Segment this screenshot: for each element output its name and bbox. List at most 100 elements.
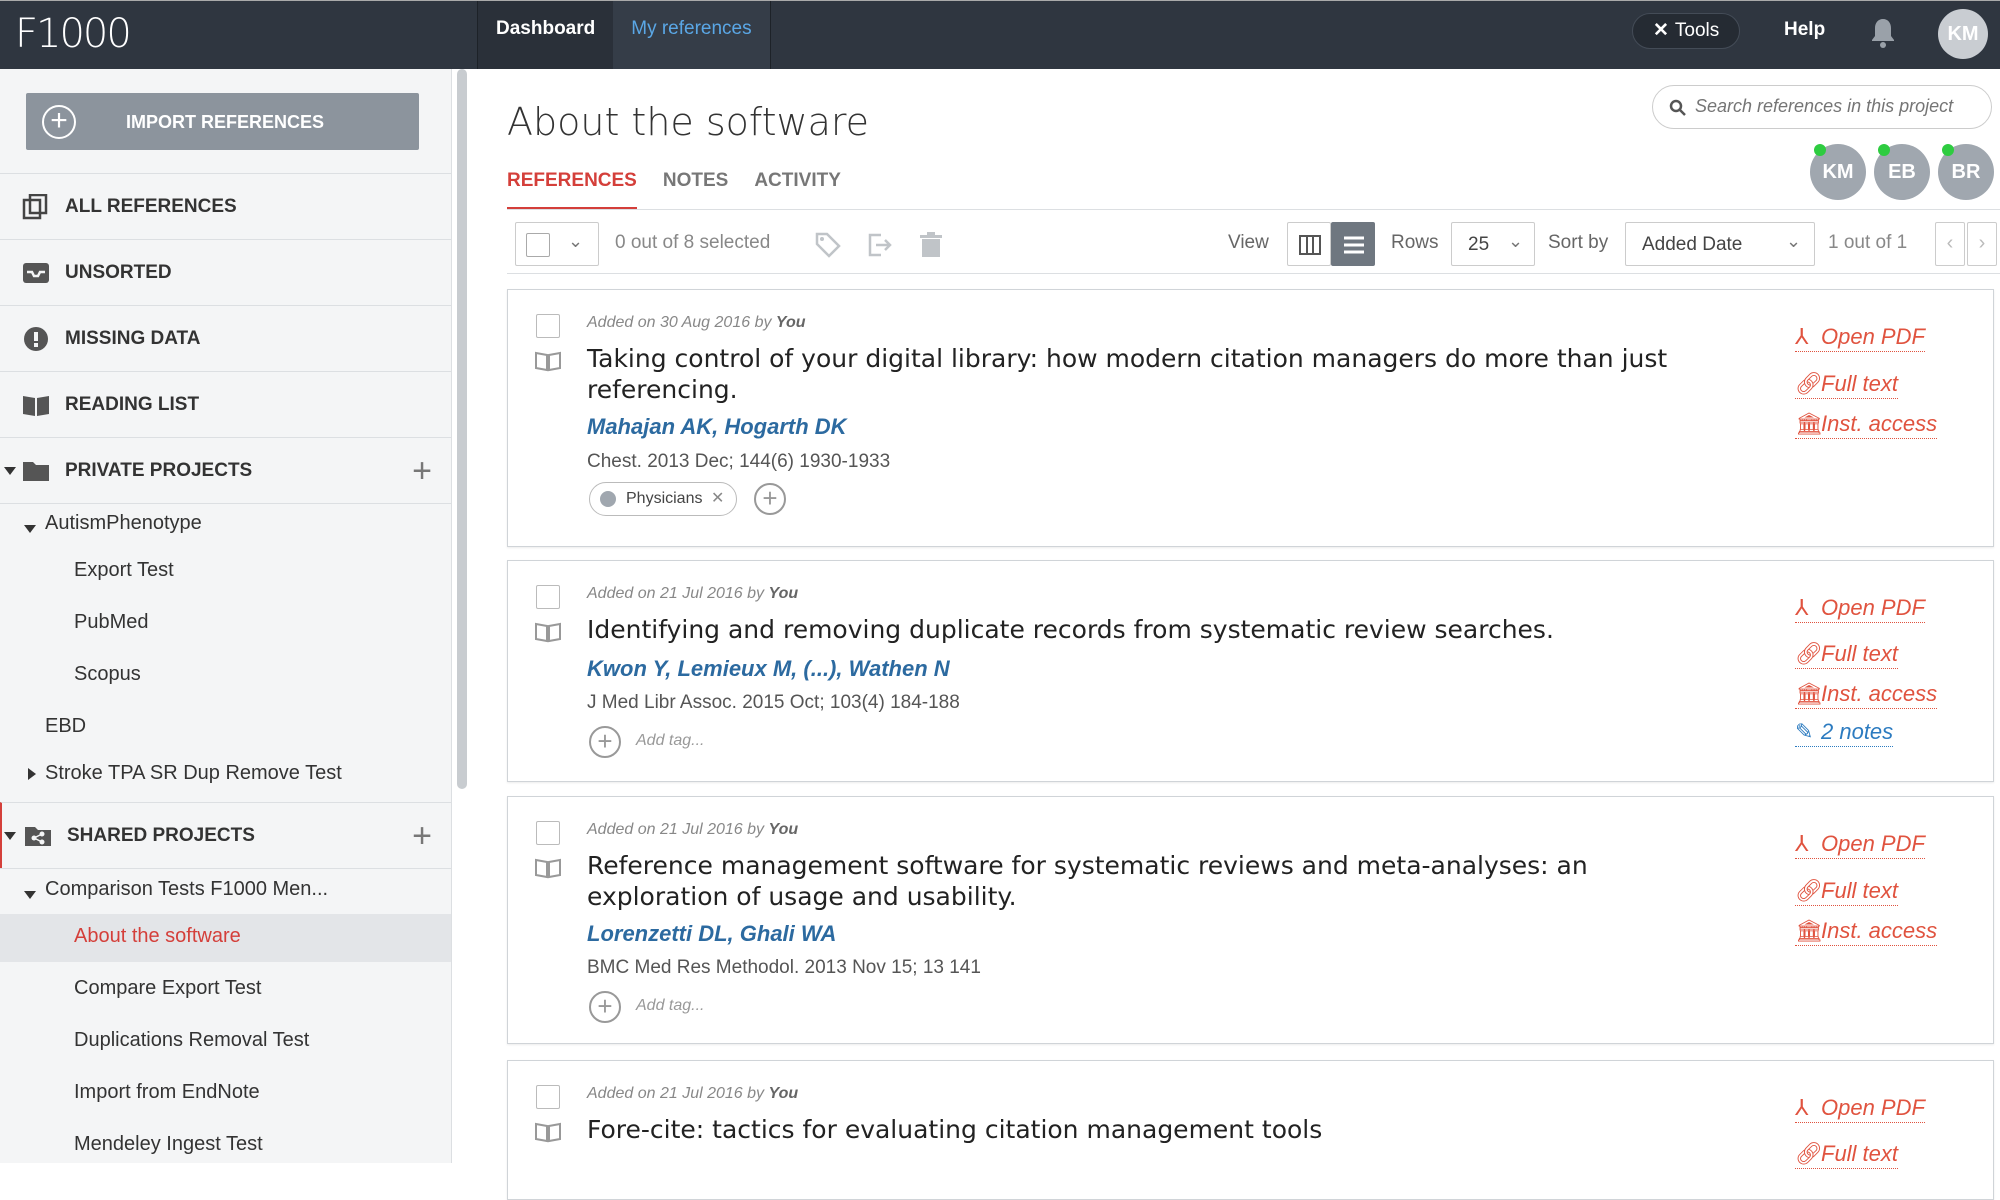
tab-activity[interactable]: ACTIVITY [754, 170, 841, 210]
export-icon[interactable] [867, 232, 893, 258]
tree-item-duplications-removal-test[interactable]: Duplications Removal Test [74, 1029, 309, 1052]
help-link[interactable]: Help [1784, 19, 1825, 41]
chevron-down-icon: ⌄ [568, 231, 584, 251]
next-page-button[interactable]: › [1967, 222, 1997, 266]
reference-checkbox[interactable] [536, 314, 560, 338]
caret-down-icon[interactable] [4, 832, 16, 840]
inst-access-link[interactable]: 🏛︎Inst. access [1795, 918, 1938, 946]
collaborator-initials: KM [1822, 161, 1854, 183]
full-text-link[interactable]: 🔗︎Full text [1795, 878, 1899, 906]
sort-select[interactable]: Added Date ⌄ [1625, 222, 1815, 266]
reference-authors[interactable]: Mahajan AK, Hogarth DK [587, 414, 847, 440]
f1000-logo[interactable]: F1000 [15, 11, 132, 57]
add-tag-button[interactable]: + [589, 726, 621, 758]
tree-item-autismphenotype[interactable]: AutismPhenotype [45, 512, 202, 535]
import-references-button[interactable]: + IMPORT REFERENCES [26, 93, 419, 150]
notes-link[interactable]: ✎ 2 notes [1795, 719, 1894, 747]
reference-checkbox[interactable] [536, 1085, 560, 1109]
reference-card[interactable]: Added on 30 Aug 2016 by You Taking contr… [507, 289, 1994, 547]
tree-item-about-the-software[interactable]: About the software [74, 925, 241, 948]
tag-chip[interactable]: Physicians ✕ [589, 482, 738, 516]
tree-item-ebd[interactable]: EBD [45, 715, 86, 738]
full-text-link[interactable]: 🔗︎Full text [1795, 371, 1899, 399]
tools-button[interactable]: ✕ Tools [1632, 13, 1741, 49]
reference-checkbox[interactable] [536, 585, 560, 609]
inst-access-link[interactable]: 🏛︎Inst. access [1795, 411, 1938, 439]
add-tag-button[interactable]: + [754, 483, 786, 515]
sidebar-item-missing-data[interactable]: MISSING DATA [0, 305, 451, 371]
tab-notes[interactable]: NOTES [663, 170, 728, 210]
reference-authors[interactable]: Kwon Y, Lemieux M, (...), Wathen N [587, 656, 950, 682]
reference-card[interactable]: Added on 21 Jul 2016 by You Reference ma… [507, 796, 1994, 1044]
sidebar-item-reading-list[interactable]: READING LIST [0, 371, 451, 437]
open-pdf-link[interactable]: ⅄ Open PDF [1795, 831, 1925, 859]
reading-list-book-icon[interactable] [534, 350, 562, 372]
caret-right-icon[interactable] [28, 768, 36, 780]
trash-icon[interactable] [919, 232, 943, 258]
caret-down-icon[interactable] [4, 467, 16, 475]
tree-item-compare-export-test[interactable]: Compare Export Test [74, 977, 262, 1000]
add-private-project-button[interactable]: + [412, 452, 432, 491]
tab-references[interactable]: REFERENCES [507, 170, 637, 210]
reference-authors[interactable]: Lorenzetti DL, Ghali WA [587, 921, 836, 947]
reading-list-book-icon[interactable] [534, 1121, 562, 1143]
caret-down-icon[interactable] [24, 525, 36, 533]
reference-journal: BMC Med Res Methodol. 2013 Nov 15; 13 14… [587, 957, 981, 978]
search-box[interactable] [1652, 85, 1992, 129]
tag-icon[interactable] [815, 232, 841, 258]
nav-my-references[interactable]: My references [613, 1, 770, 70]
remove-tag-icon[interactable]: ✕ [711, 490, 724, 507]
tag-color-dot [600, 491, 616, 507]
caret-down-icon[interactable] [24, 891, 36, 899]
collaborator-avatar-km[interactable]: KM [1810, 144, 1866, 200]
prev-page-button[interactable]: ‹ [1935, 222, 1965, 266]
sidebar-item-shared-projects[interactable]: SHARED PROJECTS + [0, 802, 451, 868]
view-list-button[interactable] [1331, 222, 1375, 266]
link-icon: 🔗︎ [1795, 878, 1823, 903]
tree-item-mendeley-ingest-test[interactable]: Mendeley Ingest Test [74, 1133, 263, 1156]
full-text-link[interactable]: 🔗︎Full text [1795, 1141, 1899, 1169]
open-pdf-link[interactable]: ⅄ Open PDF [1795, 1095, 1925, 1123]
scrollbar-thumb[interactable] [457, 69, 467, 789]
reference-title[interactable]: Identifying and removing duplicate recor… [587, 614, 1687, 645]
nav-dashboard[interactable]: Dashboard [478, 1, 613, 70]
tree-item-import-from-endnote[interactable]: Import from EndNote [74, 1081, 260, 1104]
search-input[interactable] [1693, 95, 1983, 118]
reference-card[interactable]: Added on 21 Jul 2016 by You Fore-cite: t… [507, 1060, 1994, 1200]
select-all-checkbox[interactable] [526, 233, 550, 257]
reading-list-book-icon[interactable] [534, 857, 562, 879]
sidebar-scrollbar[interactable] [455, 69, 469, 1163]
user-avatar[interactable]: KM [1938, 9, 1988, 59]
sidebar-item-all-references[interactable]: ALL REFERENCES [0, 173, 451, 239]
tree-item-export-test[interactable]: Export Test [74, 559, 174, 582]
collaborator-avatar-eb[interactable]: EB [1874, 144, 1930, 200]
add-tag-button[interactable]: + [589, 991, 621, 1023]
add-shared-project-button[interactable]: + [412, 817, 432, 856]
add-tag-label[interactable]: Add tag... [636, 997, 705, 1015]
reference-title[interactable]: Taking control of your digital library: … [587, 343, 1687, 405]
sidebar-item-unsorted[interactable]: UNSORTED [0, 239, 451, 305]
reference-card[interactable]: Added on 21 Jul 2016 by You Identifying … [507, 560, 1994, 782]
reading-list-book-icon[interactable] [534, 621, 562, 643]
bell-icon[interactable] [1868, 17, 1898, 54]
sidebar-item-private-projects[interactable]: PRIVATE PROJECTS + [0, 437, 451, 503]
reference-title[interactable]: Reference management software for system… [587, 850, 1687, 912]
tree-item-scopus[interactable]: Scopus [74, 663, 141, 686]
open-pdf-link[interactable]: ⅄ Open PDF [1795, 324, 1925, 352]
references-toolbar: ⌄ 0 out of 8 selected View Rows 25 ⌄ Sor… [507, 214, 2000, 274]
view-columns-button[interactable] [1287, 222, 1331, 266]
full-text-link[interactable]: 🔗︎Full text [1795, 641, 1899, 669]
tree-item-pubmed[interactable]: PubMed [74, 611, 149, 634]
add-tag-label[interactable]: Add tag... [636, 732, 705, 750]
rows-select[interactable]: 25 ⌄ [1451, 222, 1535, 266]
inst-access-link[interactable]: 🏛︎Inst. access [1795, 681, 1938, 709]
open-pdf-link[interactable]: ⅄ Open PDF [1795, 595, 1925, 623]
divider [0, 868, 451, 869]
tree-item-stroke-tpa[interactable]: Stroke TPA SR Dup Remove Test [45, 762, 342, 785]
added-info: Added on 30 Aug 2016 by You [587, 314, 806, 331]
reference-checkbox[interactable] [536, 821, 560, 845]
select-all-dropdown[interactable]: ⌄ [515, 222, 599, 266]
reference-title[interactable]: Fore-cite: tactics for evaluating citati… [587, 1114, 1687, 1145]
collaborator-avatar-br[interactable]: BR [1938, 144, 1994, 200]
tree-item-comparison-tests[interactable]: Comparison Tests F1000 Men... [45, 878, 328, 901]
